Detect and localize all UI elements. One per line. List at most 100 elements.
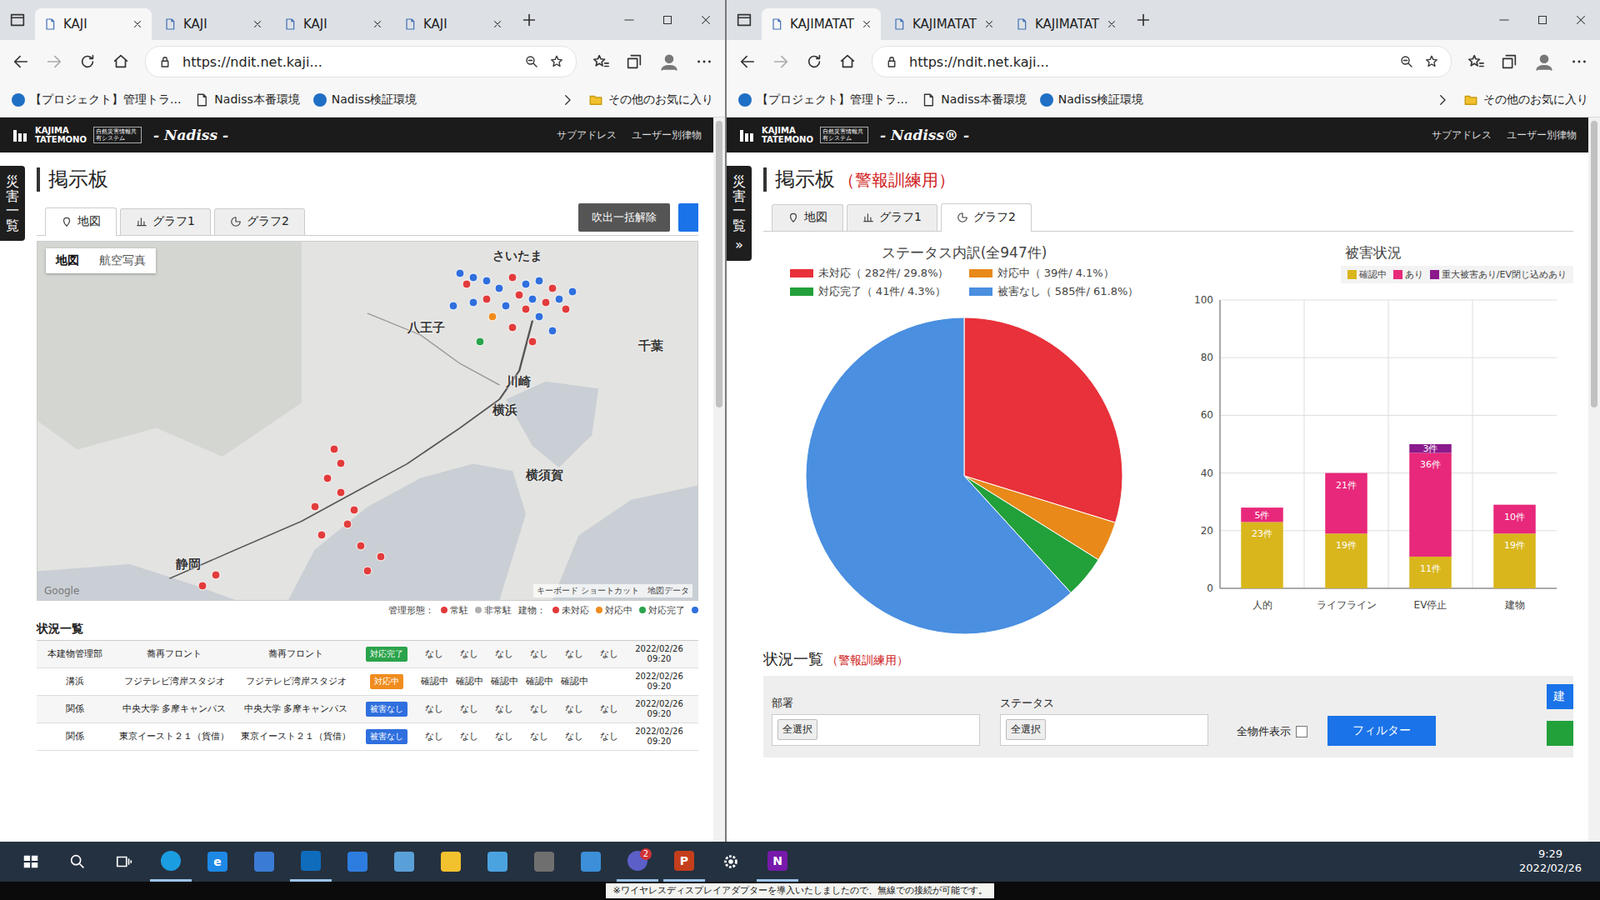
header-link[interactable]: サブアドレス	[556, 128, 617, 143]
home-icon[interactable]	[111, 52, 130, 71]
browser-tab[interactable]: KAJI	[395, 8, 512, 40]
building-pin[interactable]	[198, 580, 208, 590]
building-pin[interactable]	[336, 459, 346, 469]
building-pin[interactable]	[336, 487, 346, 497]
building-pin[interactable]	[521, 305, 531, 315]
add-favorite-icon[interactable]	[549, 54, 565, 70]
map-type-option[interactable]: 航空写真	[89, 248, 156, 274]
zoom-icon[interactable]	[524, 54, 540, 70]
maximize-icon[interactable]	[1523, 12, 1562, 28]
building-pin[interactable]	[547, 283, 557, 293]
building-pin[interactable]	[468, 297, 478, 307]
scrollbar[interactable]	[713, 117, 725, 842]
zoom-icon[interactable]	[1399, 54, 1415, 70]
building-pin[interactable]	[310, 501, 320, 511]
favorites-icon[interactable]	[591, 52, 610, 71]
calculator-button[interactable]	[523, 841, 565, 882]
table-row[interactable]: 関係東京イースト２１（貨借）東京イースト２１（貨借）被害なしなしなしなしなしなし…	[36, 723, 699, 751]
minimize-icon[interactable]	[610, 12, 649, 28]
building-pin[interactable]	[461, 280, 471, 290]
photos-button[interactable]	[336, 841, 379, 882]
building-pin[interactable]	[508, 322, 518, 332]
close-tab-icon[interactable]	[251, 18, 264, 30]
header-link[interactable]: ユーザー別律物	[1506, 128, 1577, 143]
header-link[interactable]: サブアドレス	[1431, 128, 1492, 143]
disaster-list-tab[interactable]: 災害一覧»	[726, 165, 752, 261]
building-pin[interactable]	[343, 520, 353, 530]
favorite-item[interactable]: Nadiss検証環境	[313, 92, 417, 108]
other-favorites[interactable]: その他のお気に入り	[1463, 92, 1589, 108]
teams-button[interactable]: 2	[616, 841, 659, 882]
building-pin[interactable]	[547, 326, 557, 336]
building-pin[interactable]	[534, 276, 544, 286]
add-favorite-icon[interactable]	[1424, 54, 1440, 70]
building-pin[interactable]	[560, 305, 570, 315]
close-tab-icon[interactable]	[371, 18, 384, 30]
bar-segment[interactable]	[1325, 533, 1368, 589]
favorite-item[interactable]: 【プロジェクト】管理トラ...	[11, 92, 181, 108]
building-pin[interactable]	[448, 301, 458, 311]
bar-segment[interactable]	[1325, 472, 1368, 534]
powerpoint-button[interactable]: P	[663, 841, 705, 882]
browser-tab[interactable]: KAJIMATAT	[761, 8, 881, 40]
building-pin[interactable]	[495, 283, 505, 293]
building-pin[interactable]	[323, 473, 333, 483]
close-window-icon[interactable]	[1561, 12, 1600, 28]
favorite-item[interactable]: 【プロジェクト】管理トラ...	[738, 92, 908, 108]
building-pin[interactable]	[521, 280, 531, 290]
forward-icon[interactable]	[771, 52, 790, 71]
edge-button[interactable]	[150, 841, 192, 882]
side-button[interactable]	[1546, 720, 1574, 746]
building-pin[interactable]	[455, 269, 465, 279]
collections-icon[interactable]	[1500, 52, 1519, 71]
minimize-icon[interactable]	[1485, 12, 1524, 28]
clear-popups-button[interactable]: 吹出一括解除	[578, 203, 670, 232]
browser-tab[interactable]: KAJIMATAT	[884, 8, 1004, 40]
building-pin[interactable]	[475, 337, 485, 347]
building-pin[interactable]	[501, 301, 511, 311]
onenote-button[interactable]: N	[756, 841, 799, 882]
home-icon[interactable]	[838, 52, 857, 71]
building-pin[interactable]	[534, 312, 544, 322]
building-pin[interactable]	[528, 294, 538, 304]
building-pin[interactable]	[508, 272, 518, 282]
building-pin[interactable]	[528, 337, 538, 347]
tab-actions-icon[interactable]	[735, 10, 754, 30]
reload-icon[interactable]	[78, 52, 97, 71]
address-bar[interactable]: https://ndit.net.kaji...	[871, 45, 1452, 78]
bar-segment[interactable]	[1240, 507, 1284, 522]
forward-icon[interactable]	[45, 52, 64, 71]
bar-segment[interactable]	[1493, 504, 1536, 534]
more-icon[interactable]	[1570, 52, 1589, 71]
close-tab-icon[interactable]	[860, 18, 873, 30]
building-pin[interactable]	[567, 286, 577, 296]
browser-tab[interactable]: KAJI	[35, 8, 152, 40]
profile-icon[interactable]	[658, 50, 680, 73]
side-button[interactable]: 建	[1546, 684, 1574, 710]
browser-tab[interactable]: KAJI	[275, 8, 392, 40]
collections-icon[interactable]	[625, 52, 644, 71]
address-bar[interactable]: https://ndit.net.kaji...	[145, 45, 577, 78]
bar-segment[interactable]	[1409, 452, 1452, 557]
favorite-item[interactable]: Nadiss本番環境	[194, 92, 300, 108]
search-button[interactable]	[56, 841, 99, 882]
back-icon[interactable]	[738, 52, 757, 71]
building-pin[interactable]	[488, 312, 498, 322]
new-tab-icon[interactable]	[520, 10, 539, 30]
ie-button[interactable]: e	[196, 841, 239, 882]
outlook-button[interactable]	[290, 841, 332, 882]
building-pin[interactable]	[481, 294, 491, 304]
network-button[interactable]	[476, 841, 519, 882]
windows-button[interactable]	[10, 841, 52, 882]
bar-segment[interactable]	[1493, 533, 1536, 589]
view-tab[interactable]: グラフ1	[120, 208, 211, 235]
remote-button[interactable]	[243, 841, 285, 882]
filter-select[interactable]: 全選択	[771, 714, 980, 746]
tab-actions-icon[interactable]	[8, 10, 27, 30]
other-favorites[interactable]: その他のお気に入り	[588, 92, 714, 108]
building-pin[interactable]	[468, 272, 478, 282]
close-tab-icon[interactable]	[1105, 18, 1118, 30]
browser-tab[interactable]: KAJIMATAT	[1006, 8, 1126, 40]
show-all-checkbox[interactable]: 全物件表示	[1236, 724, 1308, 746]
bar-segment[interactable]	[1409, 556, 1452, 589]
